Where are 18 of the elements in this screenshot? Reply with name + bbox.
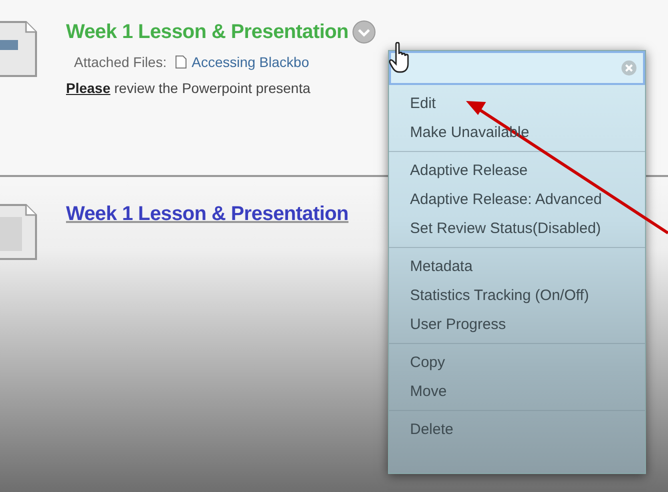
- file-link[interactable]: Accessing Blackbo: [174, 54, 310, 70]
- file-icon: [174, 55, 187, 69]
- menu-item[interactable]: Statistics Tracking (On/Off): [389, 281, 645, 310]
- menu-item[interactable]: Move: [389, 377, 645, 406]
- item-description: Please review the Powerpoint presenta: [66, 80, 312, 96]
- chevron-icon[interactable]: [352, 20, 376, 44]
- menu-item[interactable]: Delete: [389, 415, 645, 444]
- menu-item[interactable]: Edit: [389, 89, 645, 118]
- menu-item[interactable]: Adaptive Release: Advanced: [389, 185, 645, 214]
- menu-item[interactable]: Set Review Status(Disabled): [389, 214, 645, 243]
- item-title-link[interactable]: Week 1 Lesson & Presentation: [66, 203, 348, 226]
- menu-item[interactable]: User Progress: [389, 310, 645, 339]
- document-icon: [0, 203, 38, 261]
- close-icon[interactable]: [621, 60, 637, 76]
- attached-files-label: Attached Files:: [74, 54, 167, 70]
- menu-item[interactable]: Metadata: [389, 252, 645, 281]
- menu-item[interactable]: Copy: [389, 348, 645, 377]
- menu-item[interactable]: Adaptive Release: [389, 156, 645, 185]
